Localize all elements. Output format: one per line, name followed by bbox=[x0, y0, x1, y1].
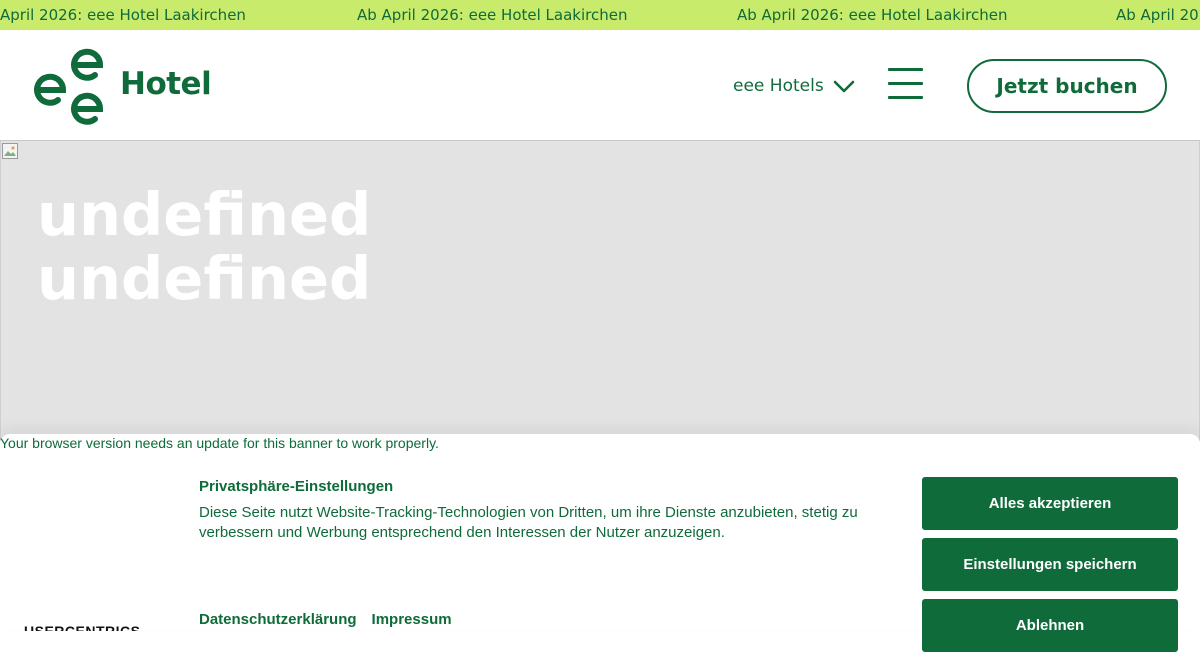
consent-links: Datenschutzerklärung Impressum bbox=[199, 611, 452, 628]
home-logo-link[interactable]: Hotel bbox=[30, 44, 212, 129]
chevron-down-icon bbox=[833, 80, 854, 93]
ticker-item: Ab April 2026: eee Hotel Laakirchen bbox=[1116, 6, 1200, 24]
broken-image-icon bbox=[2, 143, 18, 159]
site-header: Hotel eee Hotels Jetzt buchen bbox=[0, 30, 1200, 141]
ticker-item: Ab April 2026: eee Hotel Laakirchen bbox=[737, 6, 1008, 24]
hero-title-line: undefined bbox=[37, 244, 372, 313]
accept-all-button[interactable]: Alles akzeptieren bbox=[922, 477, 1178, 530]
cookie-consent-banner: Your browser version needs an update for… bbox=[0, 434, 1200, 652]
hero-title: undefined undefined bbox=[37, 183, 371, 311]
decline-button[interactable]: Ablehnen bbox=[922, 599, 1178, 652]
book-now-button[interactable]: Jetzt buchen bbox=[967, 59, 1167, 113]
consent-description: Diese Seite nutzt Website-Tracking-Techn… bbox=[199, 504, 858, 541]
ticker-item: April 2026: eee Hotel Laakirchen bbox=[0, 6, 246, 24]
announcement-ticker: April 2026: eee Hotel Laakirchen Ab Apri… bbox=[0, 0, 1200, 30]
browser-update-notice: Your browser version needs an update for… bbox=[0, 435, 439, 451]
save-settings-button[interactable]: Einstellungen speichern bbox=[922, 538, 1178, 591]
privacy-policy-link[interactable]: Datenschutzerklärung bbox=[199, 611, 357, 628]
imprint-link[interactable]: Impressum bbox=[372, 611, 452, 628]
hero-section: undefined undefined bbox=[0, 141, 1200, 441]
hamburger-line bbox=[888, 68, 923, 71]
hotels-dropdown-label: eee Hotels bbox=[733, 76, 824, 96]
hero-title-line: undefined bbox=[37, 180, 372, 249]
hamburger-line bbox=[888, 82, 923, 85]
ticker-item: Ab April 2026: eee Hotel Laakirchen bbox=[357, 6, 628, 24]
consent-title: Privatsphäre-Einstellungen bbox=[199, 478, 394, 495]
menu-button[interactable] bbox=[888, 66, 924, 100]
hotels-dropdown[interactable]: eee Hotels bbox=[733, 74, 856, 98]
hamburger-line bbox=[888, 96, 923, 99]
eee-logo-icon bbox=[34, 48, 104, 125]
logo-text: Hotel bbox=[120, 66, 212, 102]
